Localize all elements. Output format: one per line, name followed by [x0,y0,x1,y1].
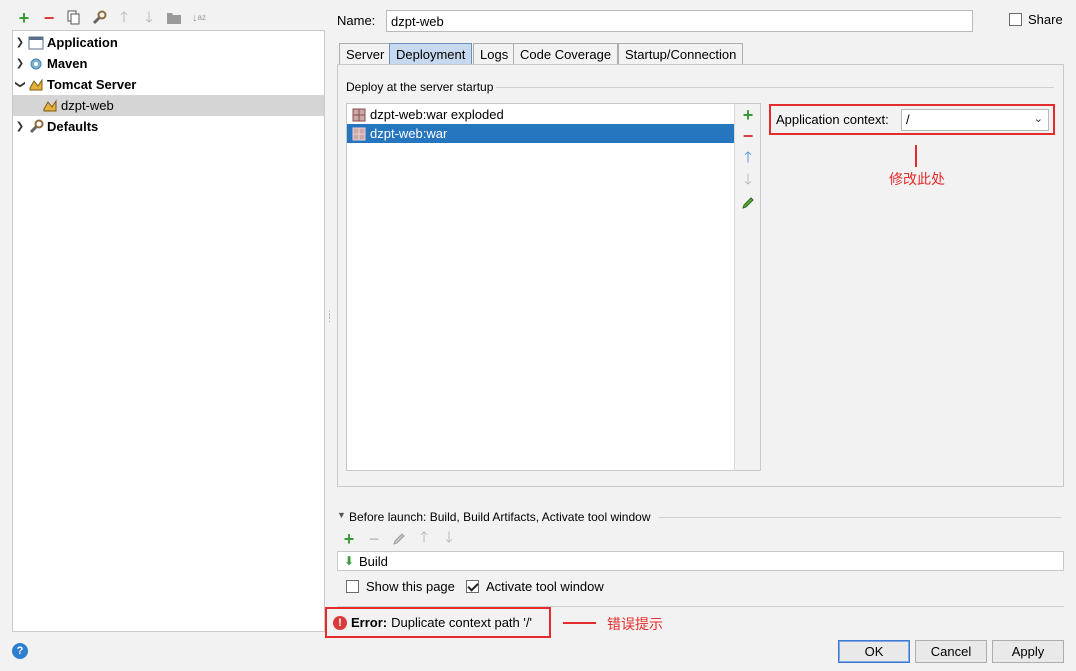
add-icon[interactable]: + [740,105,756,125]
run-config-tree: ❯ Application ❯ Maven ❯ Tomcat Server dz… [12,30,325,632]
tab-code-coverage[interactable]: Code Coverage [513,43,619,65]
maven-icon [27,56,45,72]
move-up-icon[interactable]: 🡑 [115,9,133,27]
tree-item-tomcat-server[interactable]: ❯ Tomcat Server [13,74,324,95]
wrench-icon [27,119,45,135]
before-launch-task-list: ⬇ Build [337,551,1064,571]
application-context-label: Application context: [776,112,889,127]
name-label: Name: [337,13,376,28]
tab-server[interactable]: Server [339,43,392,65]
artifact-war-exploded[interactable]: dzpt-web:war exploded [347,105,734,124]
error-icon: ! [333,615,347,630]
copy-icon[interactable] [65,9,83,27]
application-context-select[interactable]: / ⌄ [901,109,1049,131]
collapse-triangle-icon[interactable]: ▼ [337,510,346,520]
tab-logs[interactable]: Logs [473,43,516,65]
chevron-right-icon[interactable]: ❯ [13,58,27,69]
splitter-handle[interactable]: ⋮ ⋮ [325,310,334,326]
artifact-list: dzpt-web:war exploded dzpt-web:war [346,103,735,471]
task-build[interactable]: Build [359,554,388,569]
tab-startup-connection[interactable]: Startup/Connection [618,43,744,65]
add-icon[interactable]: + [15,9,33,27]
build-icon: ⬇ [343,554,355,568]
activate-tool-window-checkbox[interactable]: Activate tool window [466,579,604,594]
tree-item-application[interactable]: ❯ Application [13,32,324,53]
share-label: Share [1028,12,1063,27]
share-checkbox[interactable]: Share [1009,12,1063,27]
add-icon[interactable]: + [341,529,357,549]
wrench-icon[interactable] [90,9,108,27]
move-up-icon[interactable]: 🡑 [416,529,432,547]
cancel-button[interactable]: Cancel [915,640,987,663]
chevron-down-icon[interactable]: ❯ [15,78,26,92]
move-down-icon[interactable]: 🡓 [140,9,158,27]
tree-item-dzpt-web[interactable]: dzpt-web [13,95,324,116]
share-checkbox-box[interactable] [1009,13,1022,26]
annotation-modify-here: 修改此处 [889,171,945,187]
help-icon[interactable]: ? [12,643,28,659]
move-down-icon[interactable]: 🡓 [441,529,457,547]
edit-icon[interactable] [391,531,407,547]
chevron-right-icon[interactable]: ❯ [13,37,27,48]
artifact-icon [350,126,368,142]
annotation-line [915,145,917,167]
move-down-icon[interactable]: 🡓 [740,171,756,189]
ok-button[interactable]: OK [838,640,910,663]
apply-button[interactable]: Apply [992,640,1064,663]
chevron-down-icon[interactable]: ⌄ [1034,112,1043,125]
remove-icon[interactable]: − [40,9,58,27]
annotation-line [563,622,596,624]
tab-deployment[interactable]: Deployment [389,43,473,65]
error-message: ! Error: Duplicate context path '/' [333,615,532,630]
tomcat-config-icon [41,98,59,114]
show-page-checkbox-box[interactable] [346,580,359,593]
artifact-tools: + − 🡑 🡓 [734,103,761,471]
sort-icon[interactable]: ↓ a z [190,9,208,27]
tomcat-icon [27,77,45,93]
tree-item-maven[interactable]: ❯ Maven [13,53,324,74]
section-divider [496,87,1054,88]
edit-icon[interactable] [740,195,756,211]
section-divider [659,517,1061,518]
chevron-right-icon[interactable]: ❯ [13,121,27,132]
remove-icon[interactable]: − [740,126,756,146]
tree-item-defaults[interactable]: ❯ Defaults [13,116,324,137]
folder-icon[interactable] [165,9,183,27]
application-icon [27,35,45,51]
move-up-icon[interactable]: 🡑 [740,149,756,167]
name-input[interactable] [386,10,973,32]
show-page-checkbox[interactable]: Show this page [346,579,455,594]
annotation-error-hint: 错误提示 [607,616,663,632]
remove-icon[interactable]: − [366,529,382,549]
artifact-icon [350,107,368,123]
deploy-section-title: Deploy at the server startup [346,80,494,94]
before-launch-title[interactable]: Before launch: Build, Build Artifacts, A… [349,510,651,524]
activate-checkbox-box[interactable] [466,580,479,593]
artifact-war[interactable]: dzpt-web:war [347,124,734,143]
